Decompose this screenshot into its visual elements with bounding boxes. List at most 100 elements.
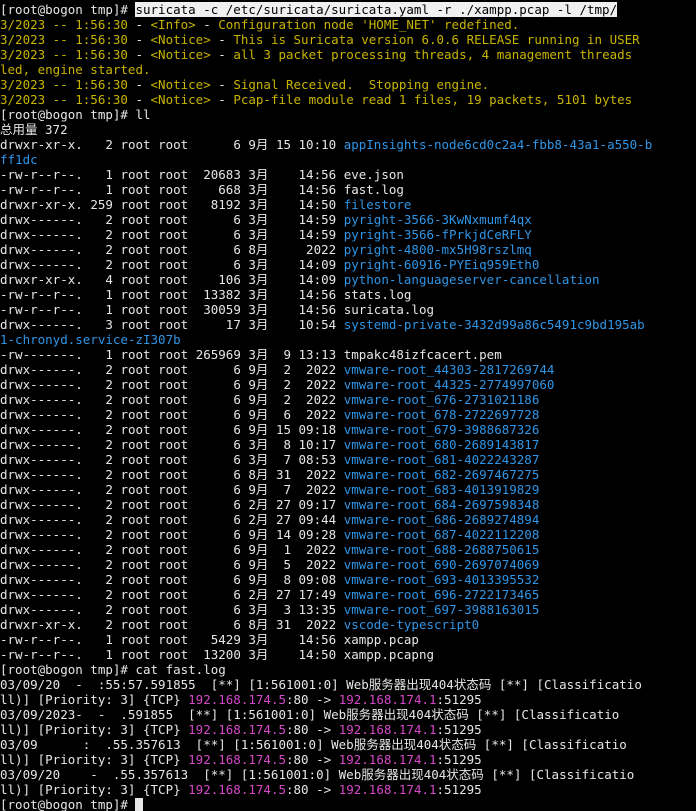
ls-row: -rw-r--r--. 1 root root 13200 3月 14:50 x… — [0, 647, 696, 662]
log-sep: - — [127, 92, 151, 107]
file-permissions: -rw-r--r--. — [0, 287, 83, 302]
ls-row: drwx------. 2 root root 6 3月 7 08:53 vmw… — [0, 452, 696, 467]
shell-prompt: [root@bogon tmp]# — [0, 2, 136, 17]
ls-row: drwx------. 2 root root 6 3月 14:59 pyrig… — [0, 212, 696, 227]
log-sep: - — [195, 17, 219, 32]
ls-row: drwx------. 3 root root 17 3月 10:54 syst… — [0, 317, 696, 332]
file-owner: root root — [120, 302, 196, 317]
file-owner: root root — [120, 197, 196, 212]
file-date: 2月 27 17:49 — [248, 587, 344, 602]
file-date: 3月 14:56 — [248, 632, 344, 647]
ls-row: -rw-------. 1 root root 265969 3月 9 13:1… — [0, 347, 696, 362]
fast-log-line: ll)] [Priority: 3] {TCP} 192.168.174.5:8… — [0, 722, 696, 737]
log-sep: - — [127, 77, 151, 92]
file-owner: root root — [120, 602, 196, 617]
file-size: 265969 — [195, 347, 249, 362]
file-name: vmware-root_697-3988163015 — [343, 602, 540, 617]
ls-row: drwx------. 2 root root 6 8月 31 2022 vmw… — [0, 467, 696, 482]
file-name: vmware-root_690-2697074069 — [343, 557, 540, 572]
fast-log-line: 03/09/2023- - .591855 [**] [1:561001:0] … — [0, 707, 696, 722]
command-text: ll — [135, 107, 151, 122]
file-links: 1 — [82, 302, 121, 317]
ls-row: -rw-r--r--. 1 root root 13382 3月 14:56 s… — [0, 287, 696, 302]
ls-row: drwxr-xr-x. 4 root root 106 3月 14:09 pyt… — [0, 272, 696, 287]
file-links: 2 — [82, 602, 121, 617]
dst-port: :51295 — [436, 752, 482, 767]
file-name: vmware-root_696-2722173465 — [343, 587, 540, 602]
suricata-log-line: led, engine started. — [0, 62, 696, 77]
file-date: 9月 2 2022 — [248, 362, 344, 377]
log-message: Signal Received. Stopping engine. — [233, 77, 490, 92]
file-links: 2 — [82, 452, 121, 467]
file-links: 2 — [82, 422, 121, 437]
ls-row: drwx------. 2 root root 6 2月 27 09:44 vm… — [0, 512, 696, 527]
dst-ip: 192.168.174.1 — [338, 722, 437, 737]
file-name: xampp.pcap — [343, 632, 419, 647]
file-permissions: drwx------. — [0, 497, 83, 512]
file-owner: root root — [120, 167, 196, 182]
file-date: 9月 14 09:28 — [248, 527, 344, 542]
ls-row: ff1dc — [0, 152, 696, 167]
file-owner: root root — [120, 497, 196, 512]
file-date: 3月 14:50 — [248, 197, 344, 212]
file-date: 3月 14:56 — [248, 302, 344, 317]
file-owner: root root — [120, 272, 196, 287]
file-date: 9月 2 2022 — [248, 377, 344, 392]
file-owner: root root — [120, 542, 196, 557]
file-name: fast.log — [343, 182, 404, 197]
file-permissions: drwx------. — [0, 587, 83, 602]
terminal-window[interactable]: [root@bogon tmp]# suricata -c /etc/suric… — [0, 0, 696, 811]
file-date: 3月 8 10:17 — [248, 437, 344, 452]
suricata-log-line: 3/2023 -- 1:56:30 - <Notice> - This is S… — [0, 32, 696, 47]
ls-total-line: 总用量 372 — [0, 122, 696, 137]
command-text: suricata -c /etc/suricata/suricata.yaml … — [135, 2, 618, 17]
log-message: all 3 packet processing threads, 4 manag… — [233, 47, 633, 62]
file-owner: root root — [120, 362, 196, 377]
file-name: ff1dc — [0, 152, 38, 167]
file-name: vmware-root_686-2689274894 — [343, 512, 540, 527]
file-owner: root root — [120, 347, 196, 362]
file-owner: root root — [120, 647, 196, 662]
file-date: 9月 15 09:18 — [248, 422, 344, 437]
file-size: 6 — [195, 257, 249, 272]
log-level: <Notice> — [150, 92, 211, 107]
src-port: :80 -> — [286, 752, 339, 767]
log-sep: - — [210, 47, 234, 62]
file-owner: root root — [120, 422, 196, 437]
ls-row: -rw-r--r--. 1 root root 30059 3月 14:56 s… — [0, 302, 696, 317]
file-name: vmware-root_684-2697598348 — [343, 497, 540, 512]
ls-row: drwx------. 2 root root 6 9月 5 2022 vmwa… — [0, 557, 696, 572]
dst-ip: 192.168.174.1 — [338, 782, 437, 797]
file-size: 6 — [195, 392, 249, 407]
file-permissions: drwxr-xr-x. — [0, 197, 83, 212]
file-size: 6 — [195, 512, 249, 527]
ls-row: drwx------. 2 root root 6 2月 27 09:17 vm… — [0, 497, 696, 512]
file-date: 2月 27 09:17 — [248, 497, 344, 512]
file-permissions: drwxr-xr-x. — [0, 617, 83, 632]
file-owner: root root — [120, 257, 196, 272]
file-permissions: drwx------. — [0, 212, 83, 227]
file-links: 2 — [82, 242, 121, 257]
file-size: 6 — [195, 617, 249, 632]
file-date: 3月 14:56 — [248, 287, 344, 302]
file-size: 5429 — [195, 632, 249, 647]
file-links: 1 — [82, 632, 121, 647]
src-ip: 192.168.174.5 — [188, 722, 286, 737]
alert-text: ll)] [Priority: 3] {TCP} — [0, 782, 189, 797]
file-links: 1 — [82, 167, 121, 182]
file-size: 6 — [195, 467, 249, 482]
fast-log-line: 03/09 : .55.357613 [**] [1:561001:0] Web… — [0, 737, 696, 752]
file-name: vmware-root_678-2722697728 — [343, 407, 540, 422]
file-permissions: drwx------. — [0, 437, 83, 452]
file-links: 4 — [82, 272, 121, 287]
shell-prompt: [root@bogon tmp]# — [0, 797, 136, 811]
file-permissions: drwx------. — [0, 407, 83, 422]
file-links: 1 — [82, 347, 121, 362]
log-sep: - — [127, 32, 151, 47]
file-size: 6 — [195, 212, 249, 227]
file-date: 9月 8 09:08 — [248, 572, 344, 587]
text-cursor — [135, 798, 144, 811]
alert-text: 03/09/20 - .55.357613 [**] [1:561001:0] … — [0, 767, 635, 782]
file-size: 6 — [195, 452, 249, 467]
dst-port: :51295 — [436, 692, 482, 707]
